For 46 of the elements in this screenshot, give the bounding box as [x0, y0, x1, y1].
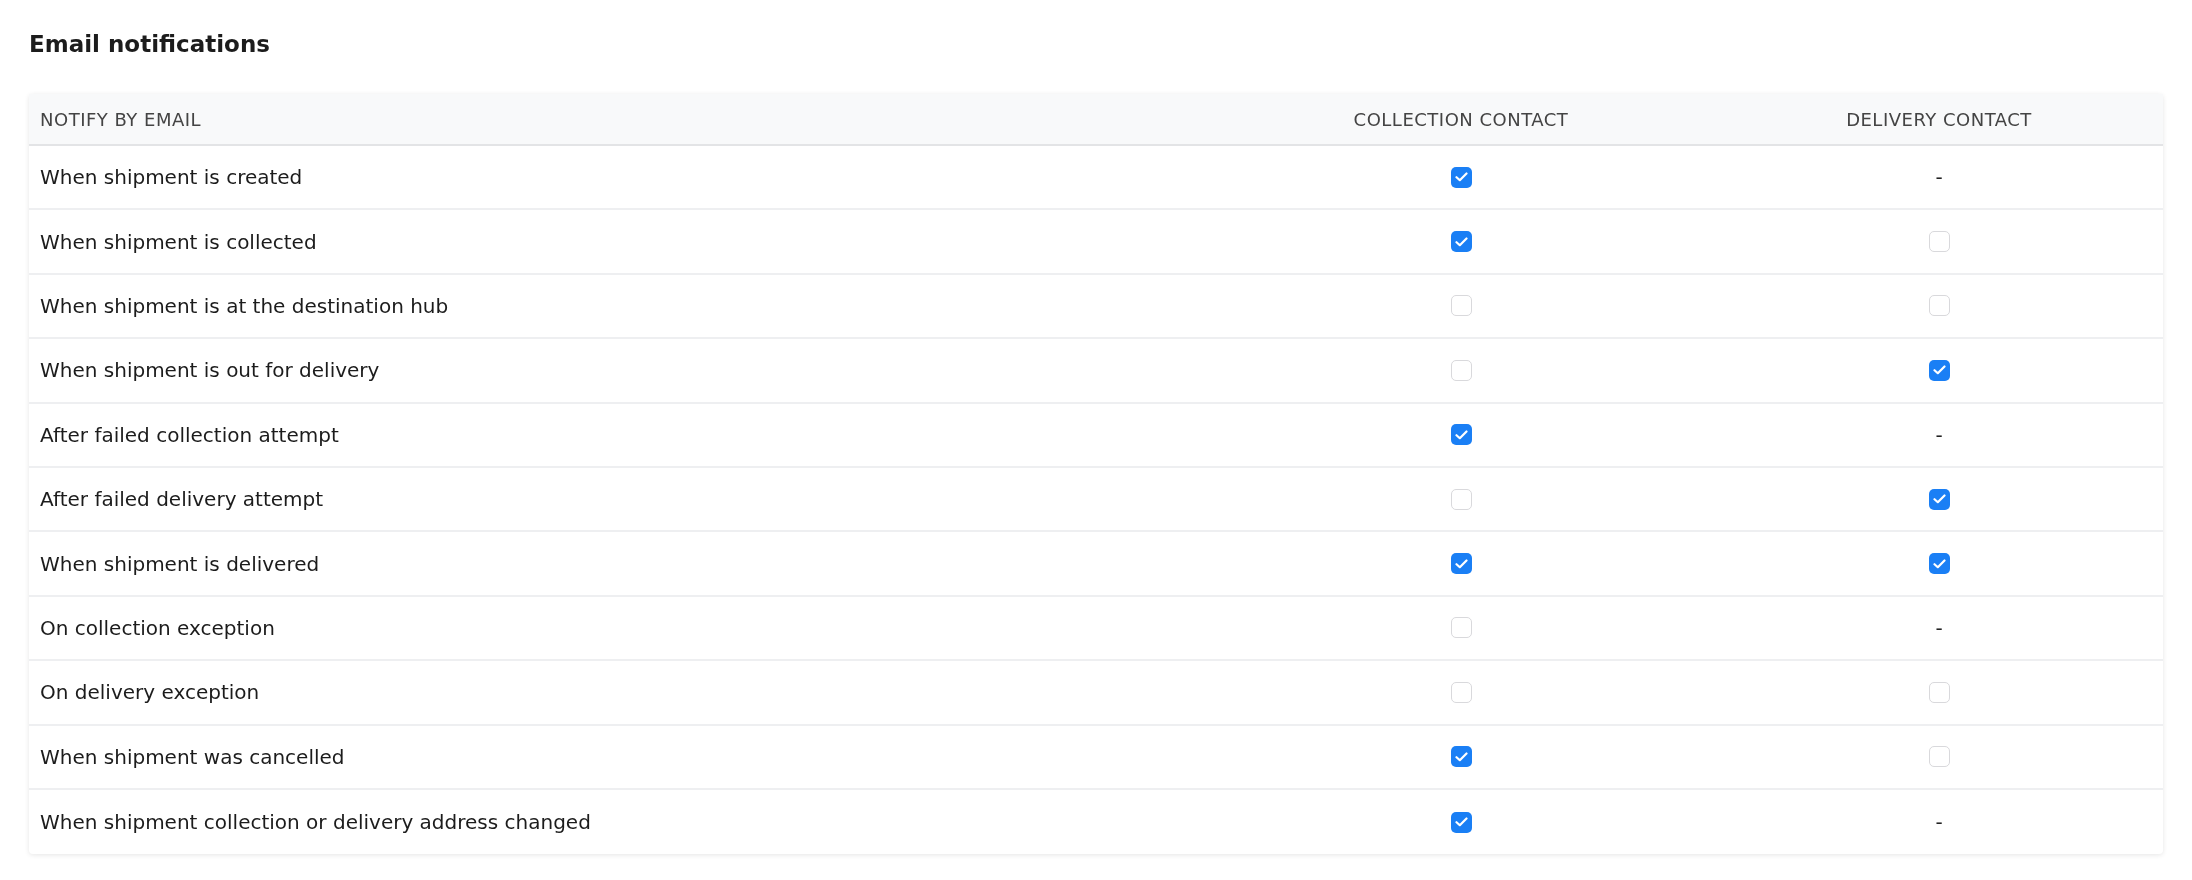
checkbox[interactable] — [1928, 359, 1950, 381]
check-icon — [1454, 429, 1468, 440]
checkbox[interactable] — [1450, 617, 1472, 639]
check-icon — [1932, 558, 1946, 569]
checkbox[interactable] — [1928, 746, 1950, 768]
notification-label: After failed delivery attempt — [40, 487, 324, 512]
check-icon — [1932, 365, 1946, 376]
not-applicable-dash: - — [1935, 421, 1943, 449]
column-header: COLLECTION CONTACT — [1353, 107, 1569, 132]
checkbox[interactable] — [1450, 424, 1472, 446]
check-icon — [1454, 558, 1468, 569]
notification-label: When shipment collection or delivery address changed — [40, 810, 591, 835]
notification-label: After failed collection attempt — [40, 422, 339, 447]
notification-label: When shipment was cancelled — [40, 744, 345, 769]
not-applicable-dash: - — [1935, 164, 1943, 192]
check-icon — [1454, 172, 1468, 183]
checkbox[interactable] — [1450, 166, 1472, 188]
notification-label: When shipment is out for delivery — [40, 358, 380, 383]
checkbox[interactable] — [1928, 231, 1950, 253]
checkbox[interactable] — [1450, 746, 1472, 768]
checkbox[interactable] — [1928, 295, 1950, 317]
notification-label: When shipment is created — [40, 165, 303, 190]
column-header: DELIVERY CONTACT — [1846, 107, 2032, 132]
checkbox[interactable] — [1450, 295, 1472, 317]
notification-label: When shipment is delivered — [40, 551, 320, 576]
checkbox[interactable] — [1450, 811, 1472, 833]
checkbox[interactable] — [1928, 681, 1950, 703]
notification-label: On delivery exception — [40, 680, 260, 705]
checkbox[interactable] — [1450, 553, 1472, 575]
check-icon — [1454, 236, 1468, 247]
column-header: NOTIFY BY EMAIL — [40, 108, 202, 130]
checkbox[interactable] — [1928, 488, 1950, 510]
checkbox[interactable] — [1450, 488, 1472, 510]
section-title: Email notifications — [29, 30, 270, 59]
not-applicable-dash: - — [1935, 809, 1943, 837]
check-icon — [1454, 751, 1468, 762]
notification-label: When shipment is at the destination hub — [40, 293, 449, 318]
notification-label: On collection exception — [40, 615, 275, 640]
check-icon — [1454, 817, 1468, 828]
checkbox[interactable] — [1450, 681, 1472, 703]
check-icon — [1932, 494, 1946, 505]
checkbox[interactable] — [1928, 553, 1950, 575]
not-applicable-dash: - — [1935, 614, 1943, 642]
checkbox[interactable] — [1450, 359, 1472, 381]
checkbox[interactable] — [1450, 231, 1472, 253]
notification-label: When shipment is collected — [40, 229, 317, 254]
